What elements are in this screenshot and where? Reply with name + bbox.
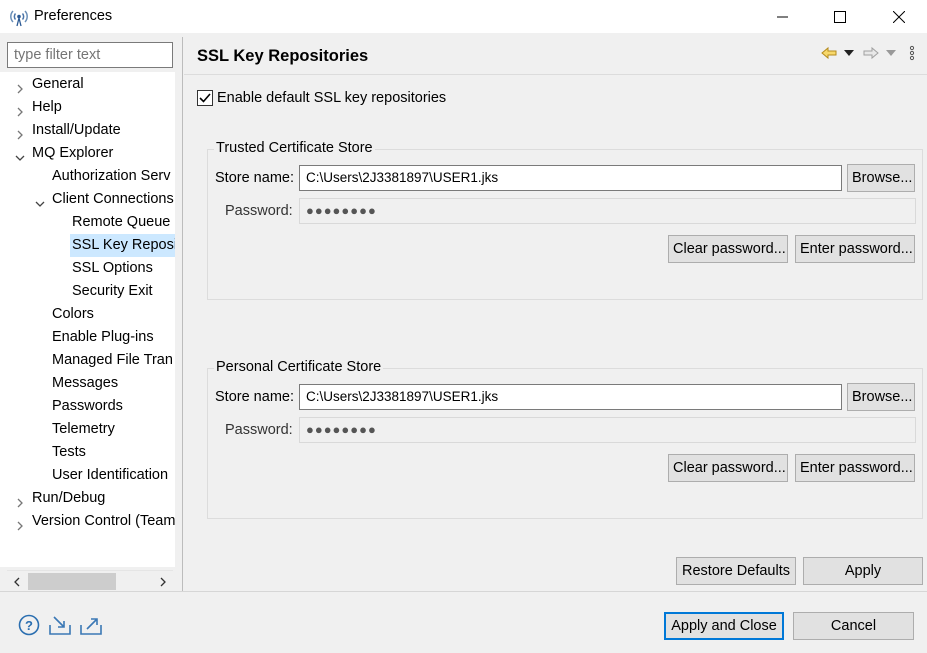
scroll-left-icon[interactable]	[9, 573, 25, 590]
window-title: Preferences	[34, 8, 113, 24]
panel-divider[interactable]	[182, 37, 183, 591]
minimize-icon[interactable]	[760, 0, 806, 33]
tree-item-label: Remote Queue	[72, 214, 171, 230]
scroll-right-icon[interactable]	[155, 573, 171, 590]
tree-item-label: Help	[32, 99, 62, 115]
tree-item-label: Managed File Tran	[52, 352, 173, 368]
tree-item[interactable]: Managed File Tran	[0, 349, 175, 372]
tree-item[interactable]: General	[0, 73, 175, 96]
svg-text:?: ?	[25, 618, 33, 633]
tree-item[interactable]: Help	[0, 96, 175, 119]
personal-store-name-input[interactable]: C:\Users\2J3381897\USER1.jks	[299, 384, 842, 410]
tree-item-label: Telemetry	[52, 421, 115, 437]
tree-item[interactable]: Version Control (Team	[0, 510, 175, 533]
trusted-enter-password-button[interactable]: Enter password...	[795, 235, 915, 263]
trusted-store-name-input[interactable]: C:\Users\2J3381897\USER1.jks	[299, 165, 842, 191]
trusted-clear-password-button[interactable]: Clear password...	[668, 235, 788, 263]
trusted-password-label: Password:	[225, 203, 293, 219]
chevron-right-icon[interactable]	[15, 79, 25, 94]
trusted-store-name-label: Store name:	[215, 170, 294, 186]
tree-item[interactable]: Remote Queue	[0, 211, 175, 234]
enable-default-checkbox[interactable]	[197, 90, 213, 106]
cancel-button[interactable]: Cancel	[793, 612, 914, 640]
chevron-right-icon[interactable]	[15, 516, 25, 531]
tree-item[interactable]: Tests	[0, 441, 175, 464]
tree-item-label: SSL Key Reposi	[70, 234, 175, 257]
tree-item-label: User Identification	[52, 467, 169, 483]
tree-item[interactable]: Enable Plug-ins	[0, 326, 175, 349]
back-arrow-icon[interactable]	[820, 44, 838, 62]
forward-dropdown-icon[interactable]	[882, 44, 900, 62]
tree-item[interactable]: Security Exit	[0, 280, 175, 303]
tree-item-label: Authorization Serv	[52, 168, 171, 184]
back-dropdown-icon[interactable]	[840, 44, 858, 62]
personal-store-name-label: Store name:	[215, 389, 294, 405]
preferences-tree[interactable]: General Help Install/Update MQ Explorer Auth…	[0, 72, 175, 567]
apply-and-close-button[interactable]: Apply and Close	[664, 612, 784, 640]
tree-item-label: Tests	[52, 444, 86, 460]
tree-item[interactable]: Run/Debug	[0, 487, 175, 510]
tree-item[interactable]: User Identification	[0, 464, 175, 487]
chevron-right-icon[interactable]	[15, 493, 25, 508]
trusted-browse-button[interactable]: Browse...	[847, 164, 915, 192]
tree-item-label: SSL Options	[72, 260, 153, 276]
chevron-right-icon[interactable]	[15, 125, 25, 140]
trusted-password-field: ●●●●●●●●	[299, 198, 916, 224]
export-icon[interactable]	[78, 612, 104, 638]
apply-button[interactable]: Apply	[803, 557, 923, 585]
personal-password-label: Password:	[225, 422, 293, 438]
enable-default-label[interactable]: Enable default SSL key repositories	[217, 90, 446, 106]
tree-item[interactable]: Colors	[0, 303, 175, 326]
tree-item[interactable]: Messages	[0, 372, 175, 395]
tree-item-label: MQ Explorer	[32, 145, 114, 161]
tree-item-label: Install/Update	[32, 122, 121, 138]
tree-item[interactable]: SSL Options	[0, 257, 175, 280]
filter-input[interactable]	[7, 42, 173, 68]
import-icon[interactable]	[47, 612, 73, 638]
maximize-icon[interactable]	[817, 0, 863, 33]
tree-item-label: Enable Plug-ins	[52, 329, 154, 345]
tree-item-label: Run/Debug	[32, 490, 106, 506]
tree-item-label: Passwords	[52, 398, 123, 414]
personal-enter-password-button[interactable]: Enter password...	[795, 454, 915, 482]
close-icon[interactable]	[876, 0, 922, 33]
personal-store-title: Personal Certificate Store	[214, 359, 384, 375]
chevron-down-icon[interactable]	[15, 148, 25, 161]
chevron-down-icon[interactable]	[35, 194, 45, 207]
tree-item-label: General	[32, 76, 84, 92]
view-menu-icon[interactable]	[903, 44, 921, 62]
trusted-store-title: Trusted Certificate Store	[214, 140, 375, 156]
restore-defaults-button[interactable]: Restore Defaults	[676, 557, 796, 585]
tree-item[interactable]: Passwords	[0, 395, 175, 418]
tree-item[interactable]: Telemetry	[0, 418, 175, 441]
tree-item-label: Client Connections	[52, 191, 174, 207]
page-title: SSL Key Repositories	[197, 47, 369, 65]
tree-item[interactable]: Client Connections	[0, 188, 175, 211]
personal-browse-button[interactable]: Browse...	[847, 383, 915, 411]
antenna-icon	[9, 7, 29, 27]
personal-clear-password-button[interactable]: Clear password...	[668, 454, 788, 482]
forward-arrow-icon[interactable]	[862, 44, 880, 62]
personal-password-field: ●●●●●●●●	[299, 417, 916, 443]
tree-item-label: Colors	[52, 306, 94, 322]
scrollbar-thumb[interactable]	[28, 573, 116, 590]
tree-item-label: Security Exit	[72, 283, 153, 299]
footer-divider	[0, 591, 927, 592]
chevron-right-icon[interactable]	[15, 102, 25, 117]
tree-item[interactable]: SSL Key Reposi	[0, 234, 175, 257]
tree-item[interactable]: MQ Explorer	[0, 142, 175, 165]
help-icon[interactable]: ?	[16, 612, 42, 638]
tree-item[interactable]: Install/Update	[0, 119, 175, 142]
tree-item[interactable]: Authorization Serv	[0, 165, 175, 188]
tree-item-label: Version Control (Team	[32, 513, 175, 529]
tree-horizontal-scrollbar[interactable]	[7, 570, 173, 591]
tree-item-label: Messages	[52, 375, 119, 391]
